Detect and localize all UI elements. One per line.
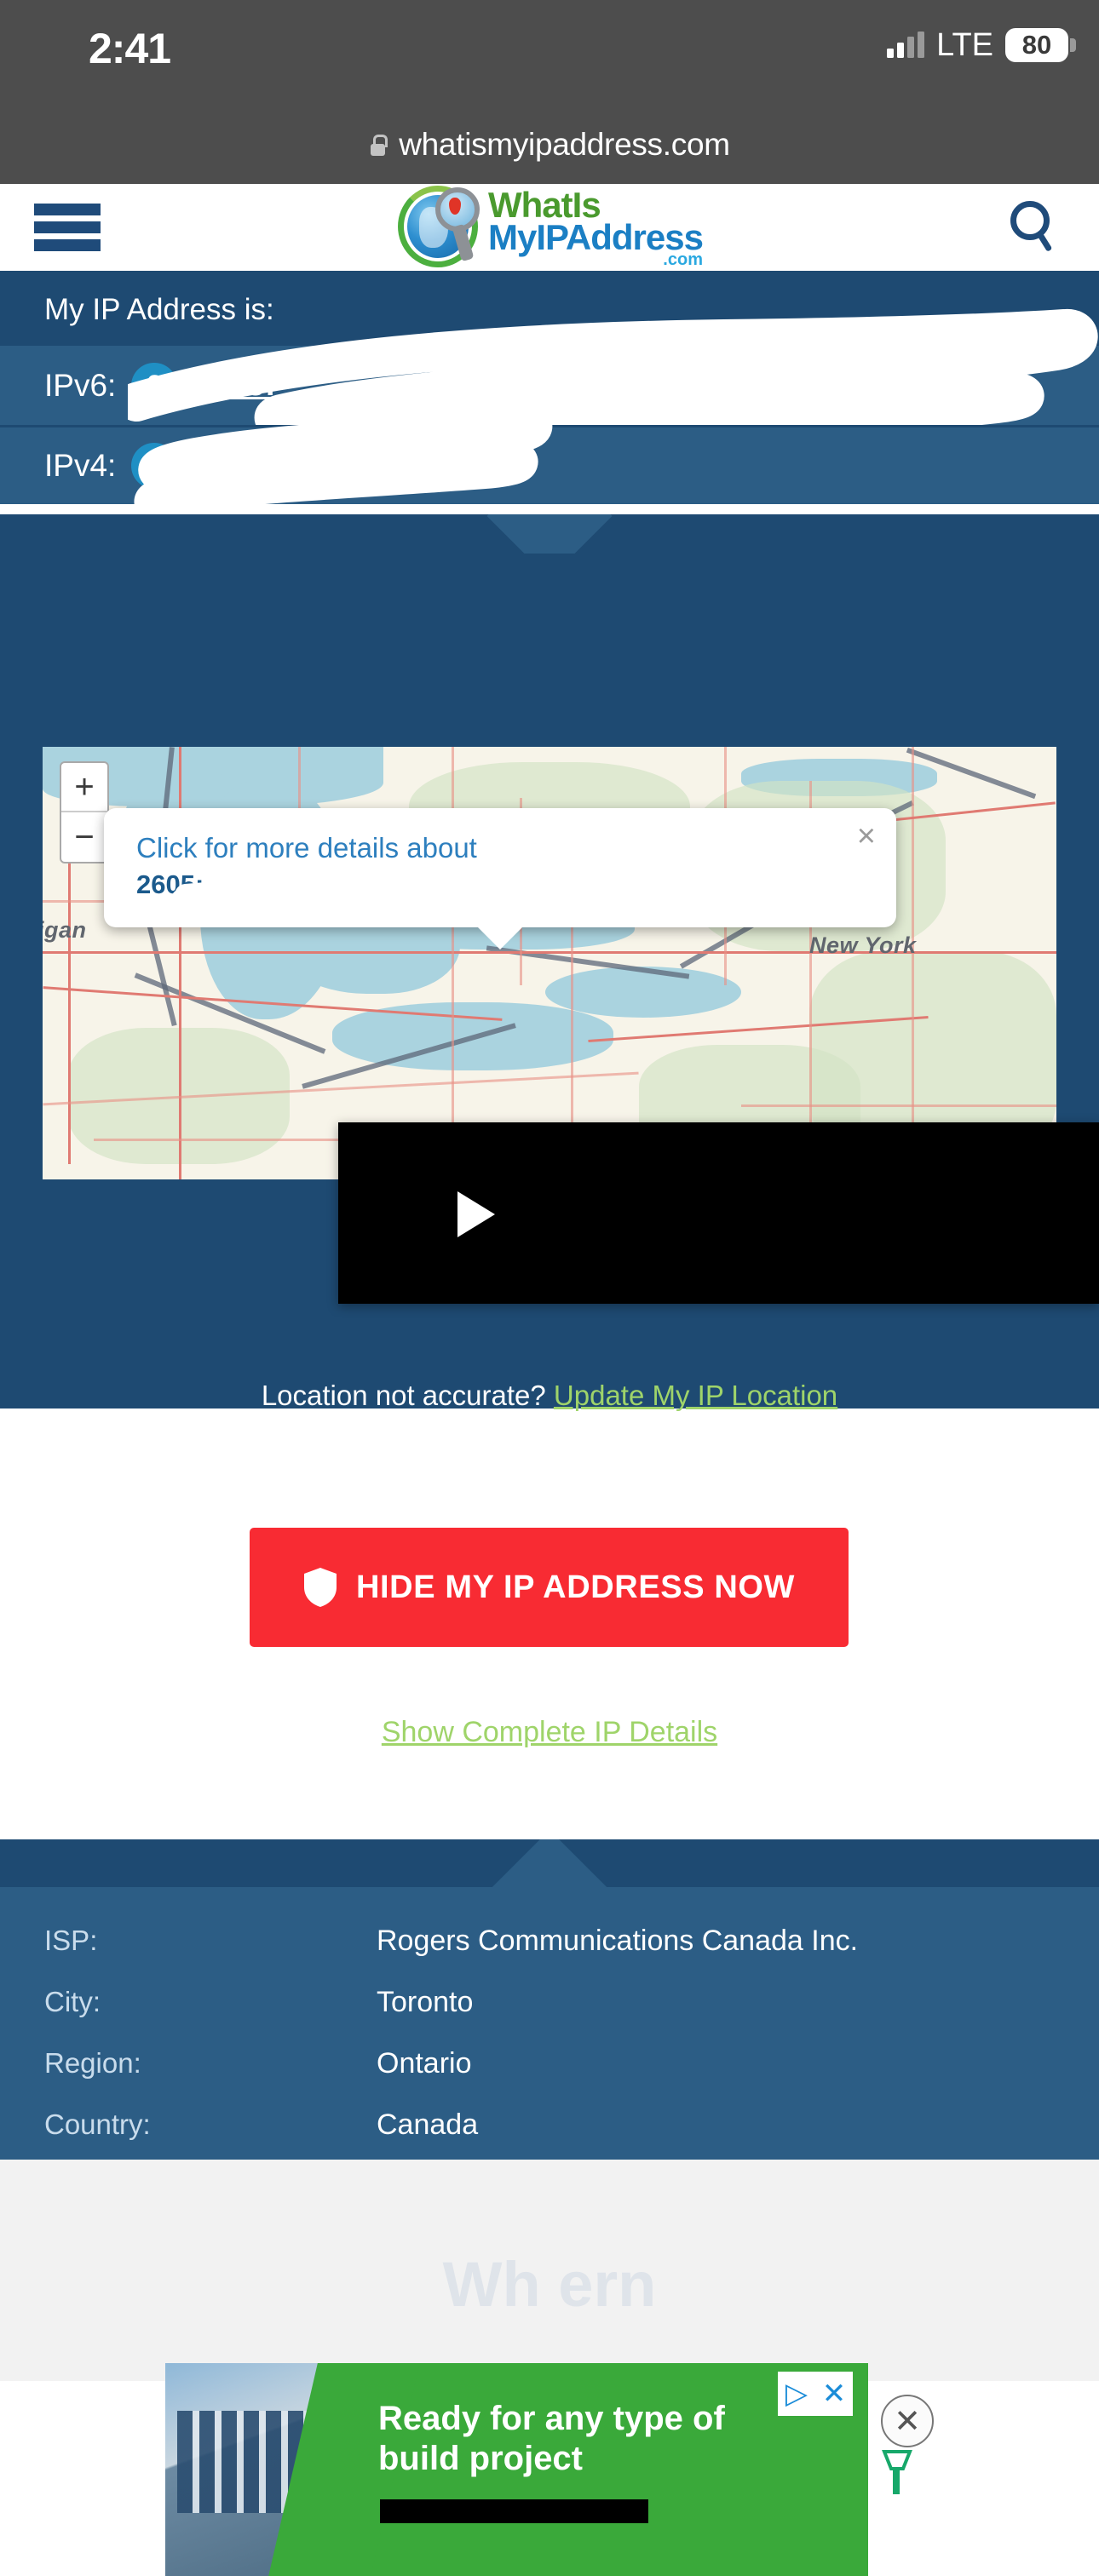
location-accuracy-text: Location not accurate? bbox=[261, 1380, 554, 1411]
map-popup-line-1: Click for more details about bbox=[136, 832, 477, 863]
ip-information-table: ISP: Rogers Communications Canada Inc. C… bbox=[0, 1887, 1099, 2160]
hide-ip-button-label: HIDE MY IP ADDRESS NOW bbox=[355, 1569, 795, 1605]
logo-wordmark: WhatIs MyIPAddress .com bbox=[488, 186, 704, 268]
background-heading-text: Wh ern bbox=[442, 2249, 657, 2320]
ip-information-title: My IP Information: bbox=[44, 1797, 286, 1830]
plus-icon[interactable]: + bbox=[61, 763, 107, 812]
info-key-isp: ISP: bbox=[44, 1925, 98, 1956]
map-label-michigan: igan bbox=[43, 917, 87, 943]
site-header: WhatIs MyIPAddress .com bbox=[0, 184, 1099, 271]
table-row: Region: Ontario bbox=[44, 2047, 1099, 2108]
signal-bars-icon bbox=[887, 32, 925, 58]
ad-dismiss-icon[interactable]: ✕ bbox=[815, 2372, 853, 2416]
ad-banner[interactable]: Ready for any type of build project ▷ ✕ bbox=[165, 2363, 868, 2576]
adchoices-icon[interactable]: ▷ bbox=[778, 2372, 815, 2416]
info-key-city: City: bbox=[44, 1986, 101, 2017]
ad-headline-line-2: build project bbox=[378, 2440, 583, 2478]
update-location-link[interactable]: Update My IP Location bbox=[554, 1380, 837, 1411]
globe-magnifier-logo-icon bbox=[396, 181, 481, 273]
ip-panel-title: My IP Address is: bbox=[44, 293, 274, 326]
ad-headline: Ready for any type of build project bbox=[378, 2399, 779, 2479]
ipv4-value[interactable]: 72.1 bbox=[193, 448, 256, 485]
map-popup-line-2: 2605: bbox=[136, 869, 204, 899]
info-value-region: Ontario bbox=[377, 2047, 472, 2080]
browser-url-bar[interactable]: whatismyipaddress.com bbox=[0, 106, 1099, 184]
map-label-new-york: New York bbox=[809, 932, 917, 958]
url-text: whatismyipaddress.com bbox=[399, 127, 730, 162]
question-mark-icon[interactable]: ? bbox=[131, 443, 178, 489]
info-value-isp: Rogers Communications Canada Inc. bbox=[377, 1925, 859, 1957]
site-logo[interactable]: WhatIs MyIPAddress .com bbox=[396, 181, 704, 273]
table-row: ISP: Rogers Communications Canada Inc. bbox=[44, 1925, 1099, 1986]
show-complete-ip-details-link[interactable]: Show Complete IP Details bbox=[382, 1716, 717, 1748]
minus-icon[interactable]: − bbox=[61, 812, 107, 862]
ip-information-notch bbox=[0, 1839, 1099, 1887]
battery-percent-label: 80 bbox=[1021, 30, 1052, 60]
ip-panel-notch bbox=[0, 514, 1099, 554]
shield-icon bbox=[303, 1567, 337, 1608]
ipv6-label: IPv6: bbox=[44, 367, 117, 403]
info-key-region: Region: bbox=[44, 2047, 141, 2079]
play-icon[interactable] bbox=[457, 1190, 495, 1237]
ipv4-row: IPv4: ? 72.1 bbox=[0, 389, 1099, 525]
location-accuracy-line: Location not accurate? Update My IP Loca… bbox=[0, 1380, 1099, 1412]
ip-panel-title-bar: My IP Address is: bbox=[0, 271, 1099, 346]
ad-headline-line-1: Ready for any type of bbox=[378, 2400, 725, 2437]
table-row: City: Toronto bbox=[44, 1986, 1099, 2047]
floating-video-player[interactable] bbox=[338, 1122, 1099, 1304]
info-value-city: Toronto bbox=[377, 1986, 474, 2018]
lock-icon bbox=[369, 134, 388, 156]
status-time: 2:41 bbox=[89, 25, 171, 72]
search-icon[interactable] bbox=[1010, 201, 1063, 254]
question-mark-icon[interactable]: ? bbox=[131, 362, 178, 409]
leaf-icon bbox=[877, 2448, 917, 2498]
close-icon[interactable]: ✕ bbox=[881, 2395, 934, 2447]
ipv6-row: IPv6: ? 2605: bbox=[0, 309, 1099, 450]
network-type-label: LTE bbox=[936, 26, 993, 63]
ad-redaction-bar bbox=[380, 2499, 648, 2523]
info-value-country: Canada bbox=[377, 2108, 479, 2141]
battery-icon: 80 bbox=[1005, 28, 1076, 62]
close-icon[interactable]: × bbox=[857, 820, 876, 852]
map-zoom-controls[interactable]: + − bbox=[60, 761, 109, 863]
adchoices-controls[interactable]: ▷ ✕ bbox=[778, 2372, 853, 2416]
show-complete-ip-details: Show Complete IP Details bbox=[0, 1716, 1099, 1749]
ipv4-label: IPv4: bbox=[44, 448, 117, 483]
status-indicators: LTE 80 bbox=[887, 26, 1076, 65]
status-bar: 2:41 LTE 80 bbox=[0, 0, 1099, 106]
hide-ip-button[interactable]: HIDE MY IP ADDRESS NOW bbox=[250, 1528, 849, 1647]
map-popup[interactable]: Click for more details about 2605: × bbox=[104, 808, 896, 950]
hamburger-menu-icon[interactable] bbox=[34, 204, 101, 251]
ipv6-value[interactable]: 2605: bbox=[193, 367, 275, 404]
location-map[interactable]: igan New York + − Click for more details… bbox=[43, 747, 1056, 1179]
ip-address-panel: My IP Address is: IPv6: ? 2605: IPv4: ? … bbox=[0, 271, 1099, 525]
info-key-country: Country: bbox=[44, 2108, 151, 2140]
